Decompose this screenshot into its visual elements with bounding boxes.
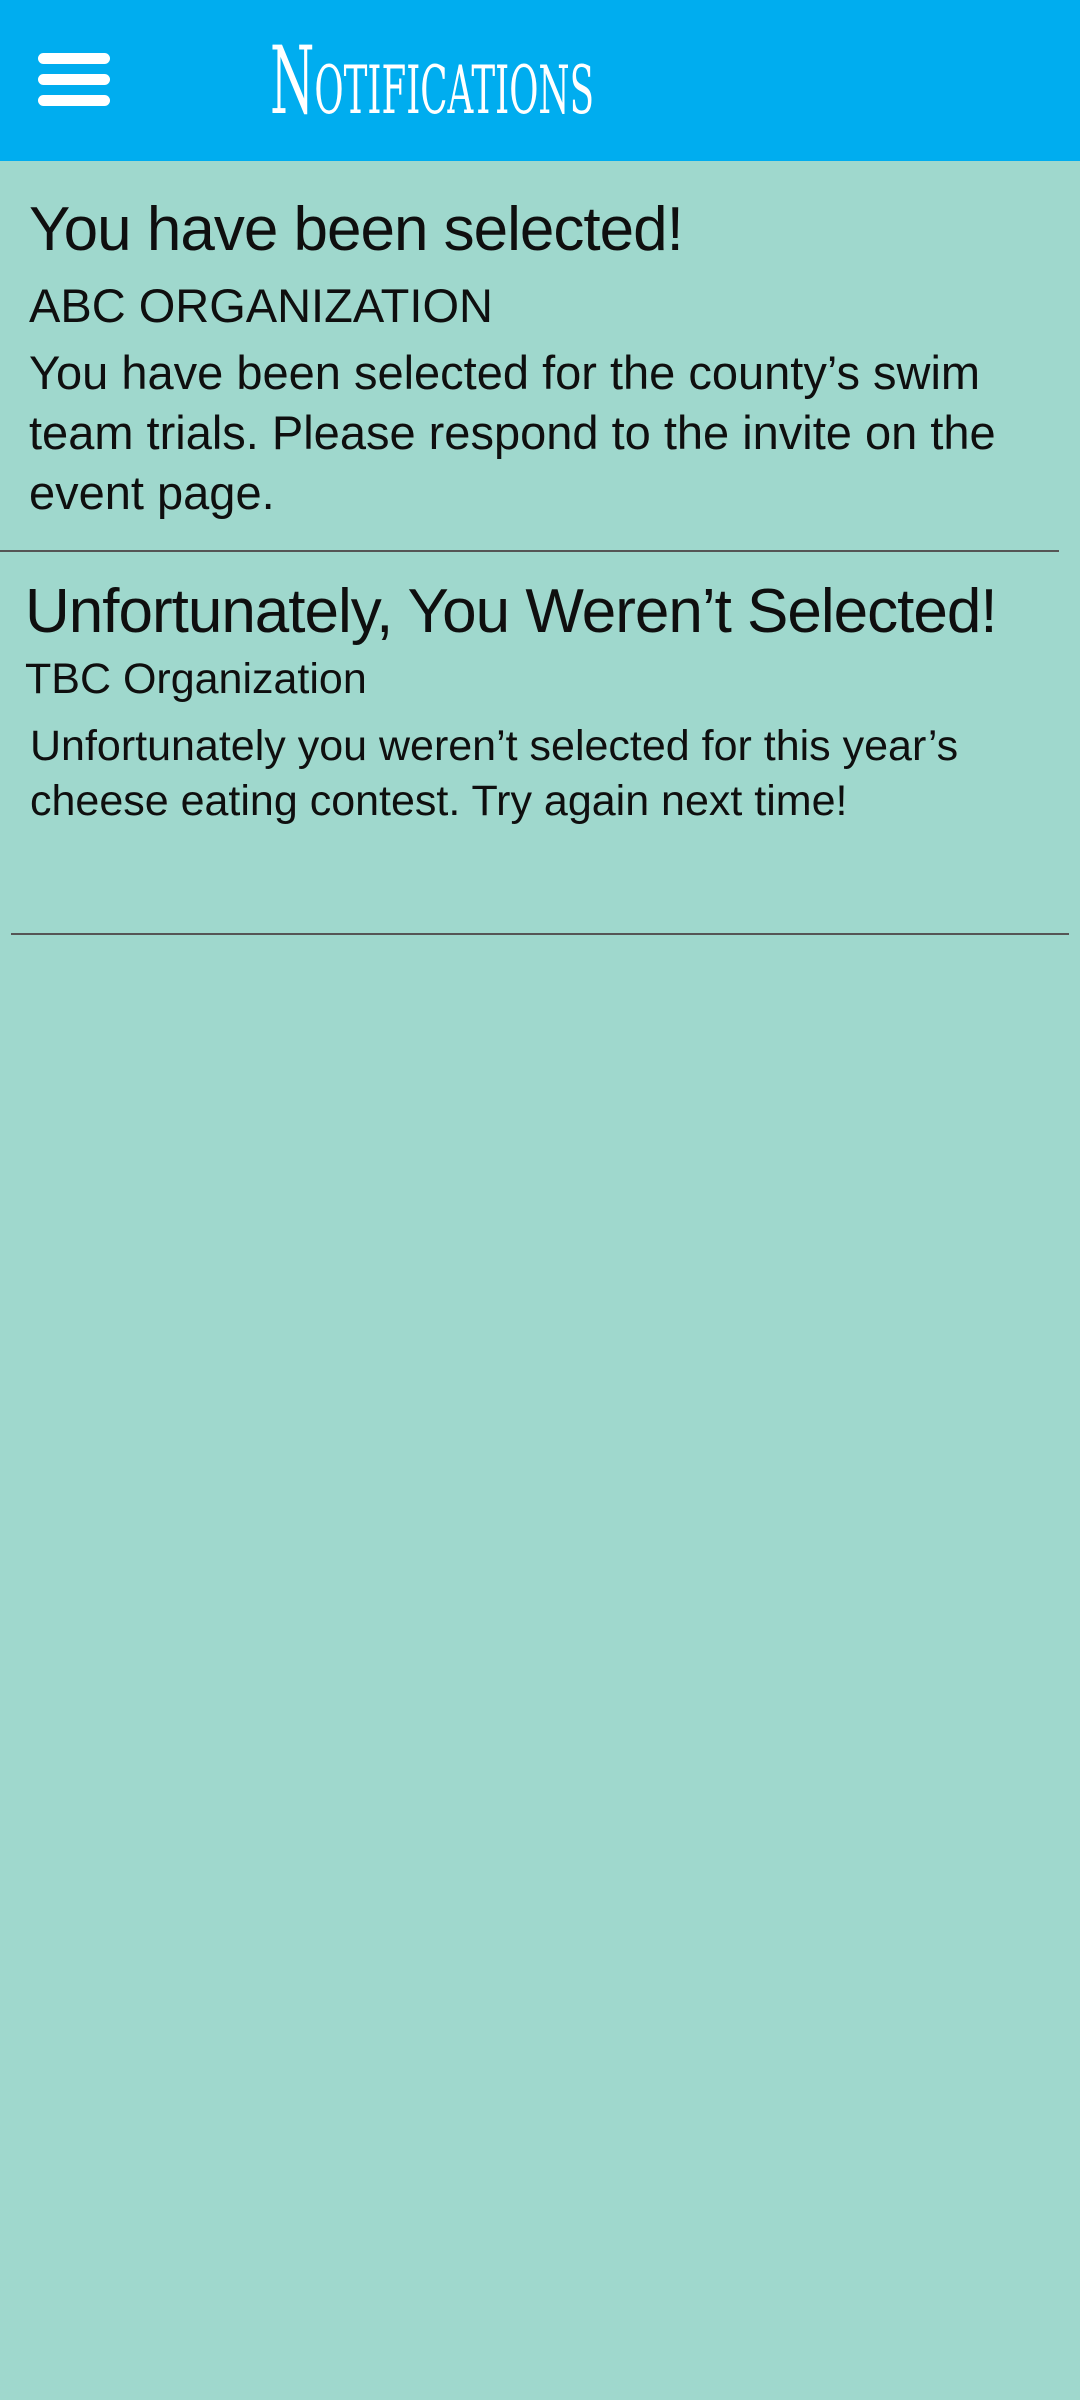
hamburger-menu-icon-bar bbox=[38, 95, 110, 106]
menu-button[interactable] bbox=[30, 40, 118, 120]
divider bbox=[11, 933, 1069, 935]
notification-organization: TBC Organization bbox=[25, 655, 367, 703]
page-title: Notifications bbox=[270, 27, 595, 136]
notification-item[interactable]: You have been selected! ABC ORGANIZATION… bbox=[0, 161, 1080, 551]
notification-title: You have been selected! bbox=[29, 195, 684, 264]
hamburger-menu-icon-bar bbox=[38, 74, 110, 85]
notification-message: You have been selected for the county’s … bbox=[29, 346, 996, 519]
notification-title: Unfortunately, You Weren’t Selected! bbox=[25, 577, 998, 646]
notification-item[interactable]: Unfortunately, You Weren’t Selected! TBC… bbox=[0, 552, 1080, 934]
notification-message: Unfortunately you weren’t selected for t… bbox=[30, 722, 959, 825]
notification-organization: ABC ORGANIZATION bbox=[29, 279, 493, 332]
app-bar: Notifications bbox=[0, 0, 1080, 161]
hamburger-menu-icon bbox=[38, 53, 110, 64]
